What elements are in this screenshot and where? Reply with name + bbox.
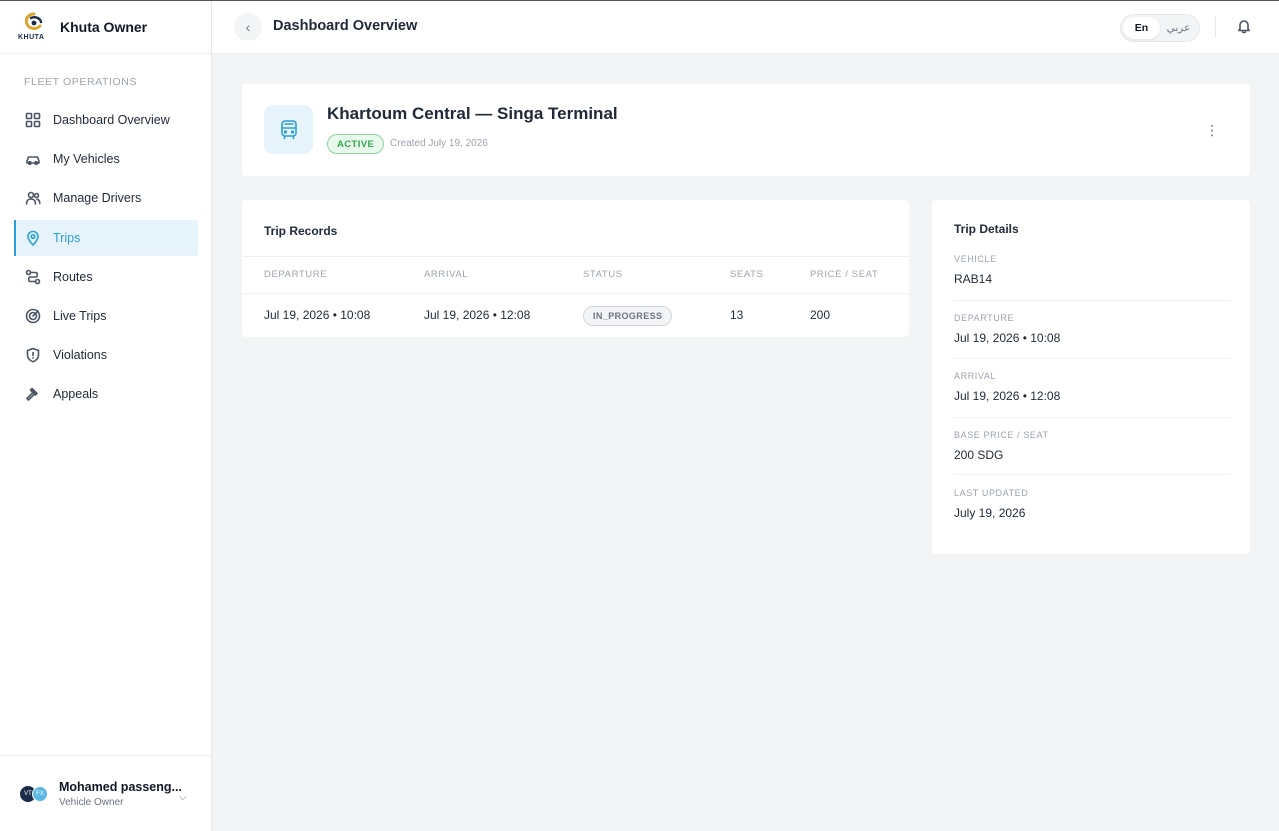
gavel-icon	[25, 386, 41, 402]
cell-arrival: Jul 19, 2026 • 12:08	[424, 308, 531, 322]
cell-price: 200	[810, 308, 831, 322]
sidebar-item-label: Dashboard Overview	[53, 113, 170, 127]
trip-details-card: Trip Details VEHICLE RAB14 DEPARTURE Jul…	[932, 200, 1250, 554]
route-summary-card: Khartoum Central — Singa Terminal ACTIVE…	[242, 84, 1250, 176]
status-badge: IN_PROGRESS	[583, 306, 673, 326]
lang-option-en[interactable]: En	[1123, 17, 1160, 39]
sidebar: KHUTA Khuta Owner FLEET OPERATIONS Dashb…	[0, 0, 212, 831]
page-title: Dashboard Overview	[273, 18, 418, 34]
sidebar-item-label: Trips	[53, 230, 81, 245]
divider	[954, 300, 1230, 301]
sidebar-item-violations[interactable]: Violations	[14, 337, 198, 373]
trip-details-title: Trip Details	[954, 222, 1019, 236]
shield-alert-icon	[25, 347, 41, 363]
divider	[954, 358, 1230, 359]
map-pin-icon	[25, 230, 41, 246]
header-divider	[1215, 16, 1216, 38]
detail-arrival: ARRIVAL Jul 19, 2026 • 12:08	[954, 371, 1230, 403]
notifications-button[interactable]	[1236, 18, 1252, 36]
user-name: Mohamed passeng...	[59, 779, 182, 794]
sidebar-item-label: Violations	[53, 348, 107, 363]
sidebar-item-routes[interactable]: Routes	[14, 259, 198, 295]
detail-base-price: BASE PRICE / SEAT 200 SDG	[954, 430, 1230, 462]
status-badge: ACTIVE	[327, 134, 385, 154]
sidebar-item-appeals[interactable]: Appeals	[14, 376, 198, 412]
grid-icon	[25, 112, 41, 128]
car-icon	[25, 151, 41, 167]
column-header-departure[interactable]: DEPARTURE	[264, 269, 327, 280]
section-label: FLEET OPERATIONS	[24, 76, 138, 88]
sidebar-item-live-trips[interactable]: Live Trips	[14, 298, 198, 334]
divider	[954, 474, 1230, 475]
bell-icon	[1238, 20, 1250, 34]
sidebar-item-label: Manage Drivers	[53, 191, 142, 206]
chevron-left-icon: ‹	[245, 19, 251, 35]
user-role: Vehicle Owner	[59, 796, 124, 808]
detail-vehicle: VEHICLE RAB14	[954, 254, 1230, 286]
detail-label: VEHICLE	[954, 254, 997, 264]
detail-label: LAST UPDATED	[954, 488, 1029, 498]
khuta-logo: KHUTA	[18, 10, 52, 44]
detail-value: July 19, 2026	[954, 506, 1026, 520]
radar-icon	[25, 308, 41, 324]
detail-value: RAB14	[954, 272, 993, 286]
route-icon	[25, 269, 41, 285]
logo-wordmark: KHUTA	[18, 33, 45, 41]
sidebar-item-dashboard-overview[interactable]: Dashboard Overview	[14, 102, 198, 138]
user-profile[interactable]: VT FX Mohamed passeng... Vehicle Owner ⌵	[0, 755, 211, 831]
sidebar-item-label: Live Trips	[53, 308, 107, 323]
sidebar-item-label: Appeals	[53, 387, 99, 402]
sidebar-item-my-vehicles[interactable]: My Vehicles	[14, 141, 198, 177]
detail-label: DEPARTURE	[954, 313, 1015, 323]
avatar: VT FX	[20, 785, 50, 802]
brand-name: Khuta Owner	[60, 18, 148, 35]
top-border	[0, 0, 1279, 1]
divider	[954, 417, 1230, 418]
detail-value: Jul 19, 2026 • 10:08	[954, 331, 1061, 345]
column-header-status[interactable]: STATUS	[583, 269, 623, 280]
sidebar-item-trips[interactable]: Trips	[14, 219, 198, 256]
avatar-right: FX	[32, 785, 48, 802]
cell-departure: Jul 19, 2026 • 10:08	[264, 308, 371, 322]
detail-label: ARRIVAL	[954, 371, 997, 381]
sidebar-item-manage-drivers[interactable]: Manage Drivers	[14, 180, 198, 216]
sidebar-nav: Dashboard Overview My Vehicles Manage Dr…	[14, 102, 198, 416]
trip-records-card: Trip Records DEPARTURE ARRIVAL STATUS SE…	[242, 200, 909, 337]
divider	[242, 256, 909, 257]
created-date: Created July 19, 2026	[390, 138, 488, 149]
column-header-price[interactable]: PRICE / SEAT	[810, 269, 878, 280]
more-options-icon[interactable]: ⋮	[1204, 122, 1220, 138]
route-title: Khartoum Central — Singa Terminal	[327, 104, 618, 123]
detail-value: 200 SDG	[954, 448, 1004, 462]
language-toggle: En عربي	[1120, 14, 1200, 42]
lang-option-ar[interactable]: عربي	[1160, 17, 1197, 39]
sidebar-item-label: My Vehicles	[53, 152, 120, 167]
detail-departure: DEPARTURE Jul 19, 2026 • 10:08	[954, 313, 1230, 345]
bus-icon	[264, 105, 313, 154]
cell-seats: 13	[730, 308, 744, 322]
column-header-arrival[interactable]: ARRIVAL	[424, 269, 468, 280]
detail-last-updated: LAST UPDATED July 19, 2026	[954, 488, 1230, 520]
brand[interactable]: KHUTA Khuta Owner	[0, 0, 211, 54]
sidebar-item-label: Routes	[53, 269, 93, 284]
detail-label: BASE PRICE / SEAT	[954, 430, 1049, 440]
users-icon	[25, 190, 41, 206]
chevron-down-icon[interactable]: ⌵	[179, 792, 187, 803]
top-header: ‹ Dashboard Overview En عربي	[212, 0, 1279, 54]
column-header-seats[interactable]: SEATS	[730, 269, 763, 280]
divider	[242, 293, 909, 294]
detail-value: Jul 19, 2026 • 12:08	[954, 389, 1061, 403]
logo-swirl-icon	[24, 12, 43, 30]
trip-records-title: Trip Records	[264, 224, 338, 238]
user-info: Mohamed passeng... Vehicle Owner	[59, 780, 182, 808]
back-button[interactable]: ‹	[234, 13, 262, 41]
